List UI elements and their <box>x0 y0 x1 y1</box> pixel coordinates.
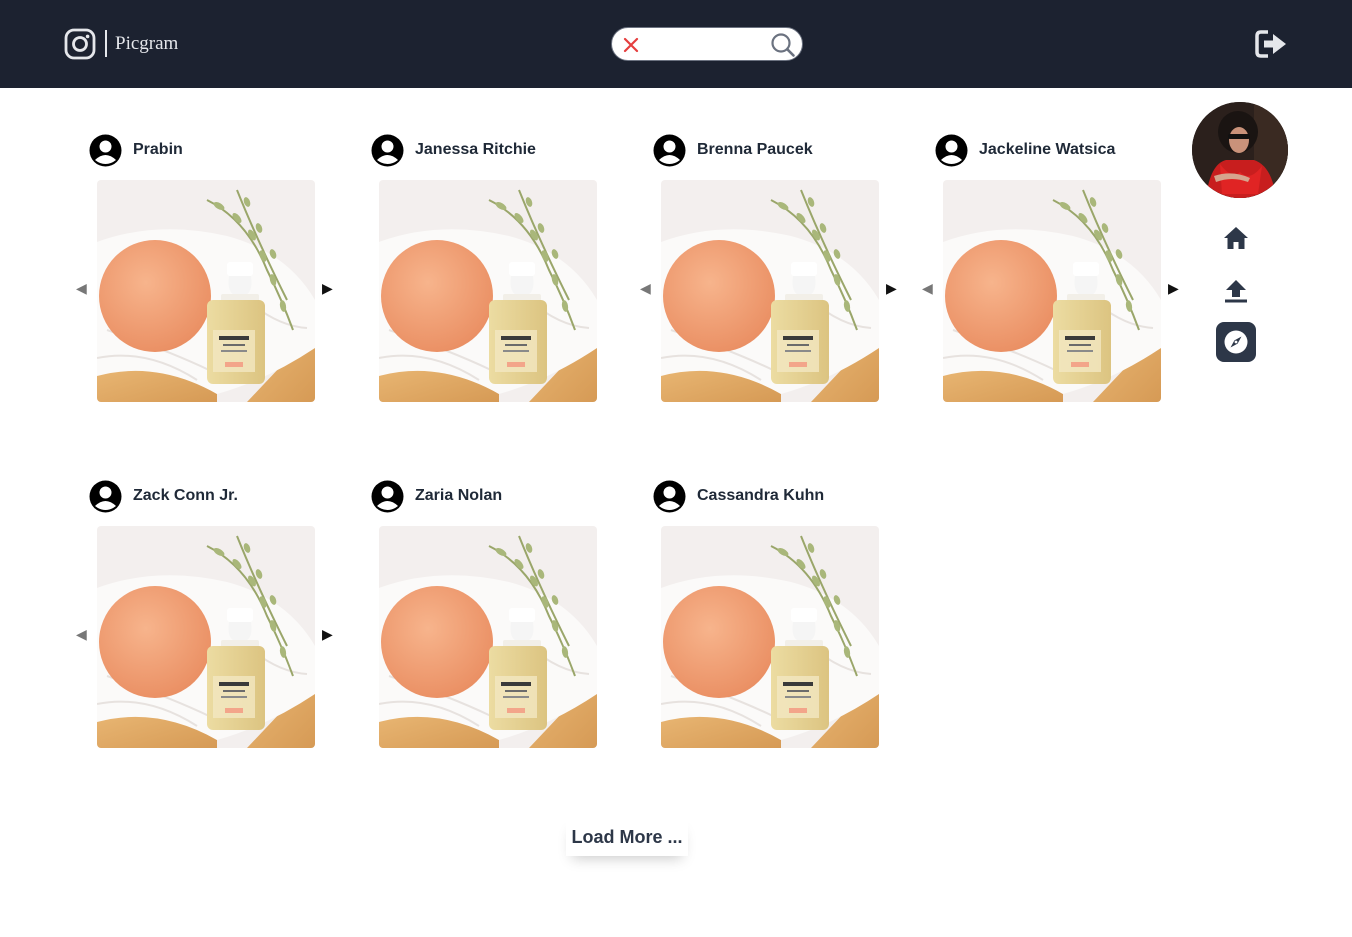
post-header[interactable]: Zaria Nolan <box>371 479 502 513</box>
post-card: Prabin ◀ ▶ <box>75 133 357 413</box>
carousel-next-button[interactable]: ▶ <box>322 626 333 642</box>
carousel-next-button[interactable]: ▶ <box>322 280 333 296</box>
post-card: Cassandra Kuhn <box>639 479 921 759</box>
user-avatar-icon <box>371 134 404 166</box>
carousel-next-button[interactable]: ▶ <box>886 280 897 296</box>
post-author: Janessa Ritchie <box>415 141 536 158</box>
home-icon <box>1224 227 1248 249</box>
carousel-prev-button[interactable]: ◀ <box>76 626 87 642</box>
post-image[interactable] <box>943 180 1161 402</box>
post-author: Zaria Nolan <box>415 487 503 504</box>
upload-nav-button[interactable] <box>1216 271 1256 311</box>
post-card: Brenna Paucek ◀ ▶ <box>639 133 921 413</box>
post-header[interactable]: Zack Conn Jr. <box>89 479 238 513</box>
post-card: Jackeline Watsica ◀ ▶ <box>921 133 1203 413</box>
user-avatar-icon <box>89 134 122 166</box>
instagram-icon <box>64 28 96 59</box>
post-image[interactable] <box>379 526 597 748</box>
home-nav-button[interactable] <box>1216 218 1256 258</box>
user-avatar-icon <box>371 480 404 512</box>
carousel-prev-button[interactable]: ◀ <box>76 280 87 296</box>
post-header[interactable]: Prabin <box>89 133 183 167</box>
post-author: Jackeline Watsica <box>979 141 1116 158</box>
post-card: Zack Conn Jr. ◀ ▶ <box>75 479 357 759</box>
post-author: Cassandra Kuhn <box>697 487 825 504</box>
top-navbar: Picgram <box>0 0 1352 88</box>
compass-icon <box>1224 330 1248 354</box>
carousel-next-button[interactable]: ▶ <box>1168 280 1179 296</box>
profile-avatar[interactable] <box>1192 102 1288 198</box>
post-author: Prabin <box>133 141 183 158</box>
sign-out-icon[interactable] <box>1255 29 1289 59</box>
post-image[interactable] <box>661 180 879 402</box>
search-input[interactable] <box>648 34 768 56</box>
user-avatar-icon <box>935 134 968 166</box>
post-author: Zack Conn Jr. <box>133 487 238 504</box>
post-header[interactable]: Brenna Paucek <box>653 133 813 167</box>
search-icon[interactable] <box>769 31 797 59</box>
close-icon[interactable] <box>621 35 641 55</box>
post-card: Zaria Nolan <box>357 479 639 759</box>
post-image[interactable] <box>97 526 315 748</box>
post-image[interactable] <box>97 180 315 402</box>
load-more-button[interactable]: Load More ... <box>566 818 688 856</box>
explore-nav-button[interactable] <box>1216 322 1256 362</box>
user-avatar-icon <box>653 480 686 512</box>
post-header[interactable]: Jackeline Watsica <box>935 133 1115 167</box>
carousel-prev-button[interactable]: ◀ <box>640 280 651 296</box>
post-image[interactable] <box>661 526 879 748</box>
brand[interactable]: Picgram <box>64 27 178 60</box>
brand-divider <box>105 30 107 57</box>
post-author: Brenna Paucek <box>697 141 813 158</box>
post-header[interactable]: Cassandra Kuhn <box>653 479 824 513</box>
app-name: Picgram <box>115 32 179 54</box>
post-image[interactable] <box>379 180 597 402</box>
user-avatar-icon <box>89 480 122 512</box>
user-avatar-icon <box>653 134 686 166</box>
carousel-prev-button[interactable]: ◀ <box>922 280 933 296</box>
post-header[interactable]: Janessa Ritchie <box>371 133 536 167</box>
upload-icon <box>1225 280 1247 303</box>
post-card: Janessa Ritchie <box>357 133 639 413</box>
search-bar <box>611 27 803 61</box>
